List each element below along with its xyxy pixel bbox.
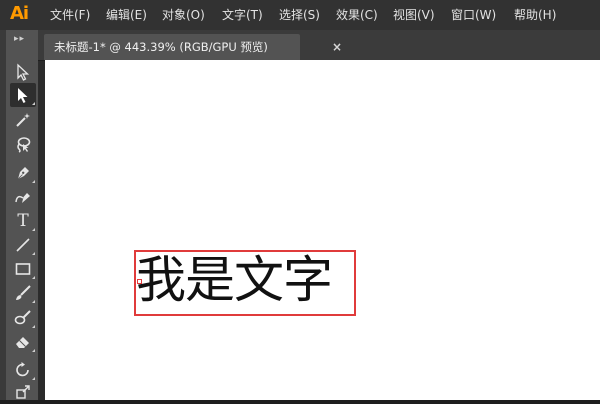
flyout-indicator-icon xyxy=(32,276,35,279)
tools-panel: ▸▸ T xyxy=(6,30,39,400)
scale-icon xyxy=(16,385,30,399)
app-logo: Ai xyxy=(10,3,29,24)
document-tab[interactable]: 未标题-1* @ 443.39% (RGB/GPU 预览) xyxy=(44,34,300,60)
menu-file[interactable]: 文件(F) xyxy=(50,0,90,30)
type-tool[interactable]: T xyxy=(10,209,36,233)
eraser-tool[interactable] xyxy=(10,330,36,354)
direct-selection-tool[interactable] xyxy=(10,83,36,107)
menu-window[interactable]: 窗口(W) xyxy=(451,0,496,30)
line-icon xyxy=(16,238,30,252)
eraser-icon xyxy=(16,337,29,348)
arrow-outline-icon xyxy=(17,63,30,81)
paintbrush-icon xyxy=(16,285,31,300)
highlight-box xyxy=(134,250,356,316)
document-tab-bar: 未标题-1* @ 443.39% (RGB/GPU 预览) × xyxy=(38,30,600,61)
pen-tool[interactable] xyxy=(10,161,36,185)
menu-type[interactable]: 文字(T) xyxy=(222,0,263,30)
line-tool[interactable] xyxy=(10,233,36,257)
lasso-tool[interactable] xyxy=(10,132,36,156)
curvature-tool[interactable] xyxy=(10,185,36,209)
selection-tool[interactable] xyxy=(10,60,36,84)
paintbrush-tool[interactable] xyxy=(10,281,36,305)
menu-select[interactable]: 选择(S) xyxy=(279,0,320,30)
magic-wand-tool[interactable] xyxy=(10,108,36,132)
arrow-filled-icon xyxy=(18,88,28,103)
flyout-indicator-icon xyxy=(32,180,35,183)
pen-icon xyxy=(17,167,29,180)
rectangle-icon xyxy=(15,263,31,275)
menu-object[interactable]: 对象(O) xyxy=(162,0,205,30)
blob-brush-tool[interactable] xyxy=(10,306,36,330)
artboard-canvas[interactable] xyxy=(45,60,600,400)
panel-collapse-grip[interactable]: ▸▸ xyxy=(14,35,30,44)
flyout-indicator-icon xyxy=(32,102,35,105)
document-tab-title: 未标题-1* @ 443.39% (RGB/GPU 预览) xyxy=(54,40,268,54)
blob-brush-icon xyxy=(14,310,31,325)
menu-help[interactable]: 帮助(H) xyxy=(514,0,556,30)
flyout-indicator-icon xyxy=(32,252,35,255)
scale-tool[interactable] xyxy=(10,380,36,404)
menu-view[interactable]: 视图(V) xyxy=(393,0,435,30)
flyout-indicator-icon xyxy=(32,228,35,231)
menu-edit[interactable]: 编辑(E) xyxy=(106,0,147,30)
flyout-indicator-icon xyxy=(32,325,35,328)
app-window: Ai 文件(F) 编辑(E) 对象(O) 文字(T) 选择(S) 效果(C) 视… xyxy=(0,0,600,400)
rotate-tool[interactable] xyxy=(10,358,36,382)
text-anchor-handle[interactable] xyxy=(137,279,142,284)
close-icon[interactable]: × xyxy=(328,34,346,60)
rotate-icon xyxy=(16,362,29,377)
curvature-pen-icon xyxy=(15,193,30,203)
type-icon: T xyxy=(17,210,29,231)
lasso-icon xyxy=(17,137,31,153)
flyout-indicator-icon xyxy=(32,300,35,303)
flyout-indicator-icon xyxy=(32,349,35,352)
menu-bar: Ai 文件(F) 编辑(E) 对象(O) 文字(T) 选择(S) 效果(C) 视… xyxy=(0,0,600,31)
magic-wand-icon xyxy=(16,113,30,127)
rectangle-tool[interactable] xyxy=(10,257,36,281)
menu-effect[interactable]: 效果(C) xyxy=(336,0,378,30)
